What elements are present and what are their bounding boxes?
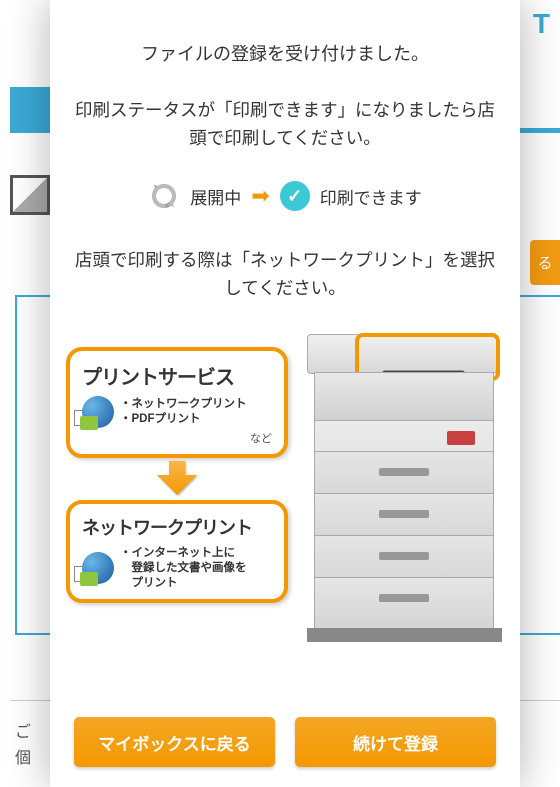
print-service-option: プリントサービス ・ネットワークプリント ・PDFプリント など	[66, 347, 288, 458]
bg-logo-fragment: T	[523, 0, 560, 48]
network-print-option: ネットワークプリント ・インターネット上に 登録した文書や画像を プリント	[66, 500, 288, 603]
arrow-down-icon	[66, 461, 288, 497]
bg-thumbnail-icon	[10, 175, 50, 215]
globe-icon	[82, 396, 114, 428]
dialog-title: ファイルの登録を受け付けました。	[74, 40, 496, 66]
network-print-desc: ・インターネット上に 登録した文書や画像を プリント	[120, 546, 247, 591]
dialog-instruction-2: 店頭で印刷する際は「ネットワークプリント」を選択してください。	[74, 246, 496, 302]
print-service-suffix: など	[82, 430, 272, 446]
check-circle-icon: ✓	[280, 181, 310, 211]
arrow-right-icon: ➡	[251, 183, 269, 209]
bg-bottom-text: ご 個	[15, 720, 31, 771]
dialog-instruction-1: 印刷ステータスが「印刷できます」になりましたら店頭で印刷してください。	[74, 96, 496, 152]
copier-graphic	[292, 322, 502, 642]
status-ready-label: 印刷できます	[320, 184, 422, 209]
service-selection-illustration: プリントサービス ・ネットワークプリント ・PDFプリント など ネットワークプ…	[66, 347, 288, 603]
continue-register-button[interactable]: 続けて登録	[295, 717, 496, 767]
print-service-desc: ・ネットワークプリント ・PDFプリント	[120, 397, 247, 427]
printer-illustration: プリントサービス ・ネットワークプリント ・PDFプリント など ネットワークプ…	[68, 322, 502, 642]
back-to-mybox-button[interactable]: マイボックスに戻る	[74, 717, 275, 767]
dialog-actions: マイボックスに戻る 続けて登録	[74, 717, 496, 787]
print-service-title: プリントサービス	[82, 361, 272, 390]
status-flow: 展開中 ➡ ✓ 印刷できます	[74, 180, 496, 212]
globe-icon	[82, 552, 114, 584]
bg-button-fragment: る	[530, 240, 560, 285]
confirmation-dialog: ファイルの登録を受け付けました。 印刷ステータスが「印刷できます」になりましたら…	[50, 0, 520, 787]
status-expanding-label: 展開中	[190, 184, 241, 209]
network-print-title: ネットワークプリント	[82, 514, 272, 540]
refresh-icon	[148, 180, 180, 212]
